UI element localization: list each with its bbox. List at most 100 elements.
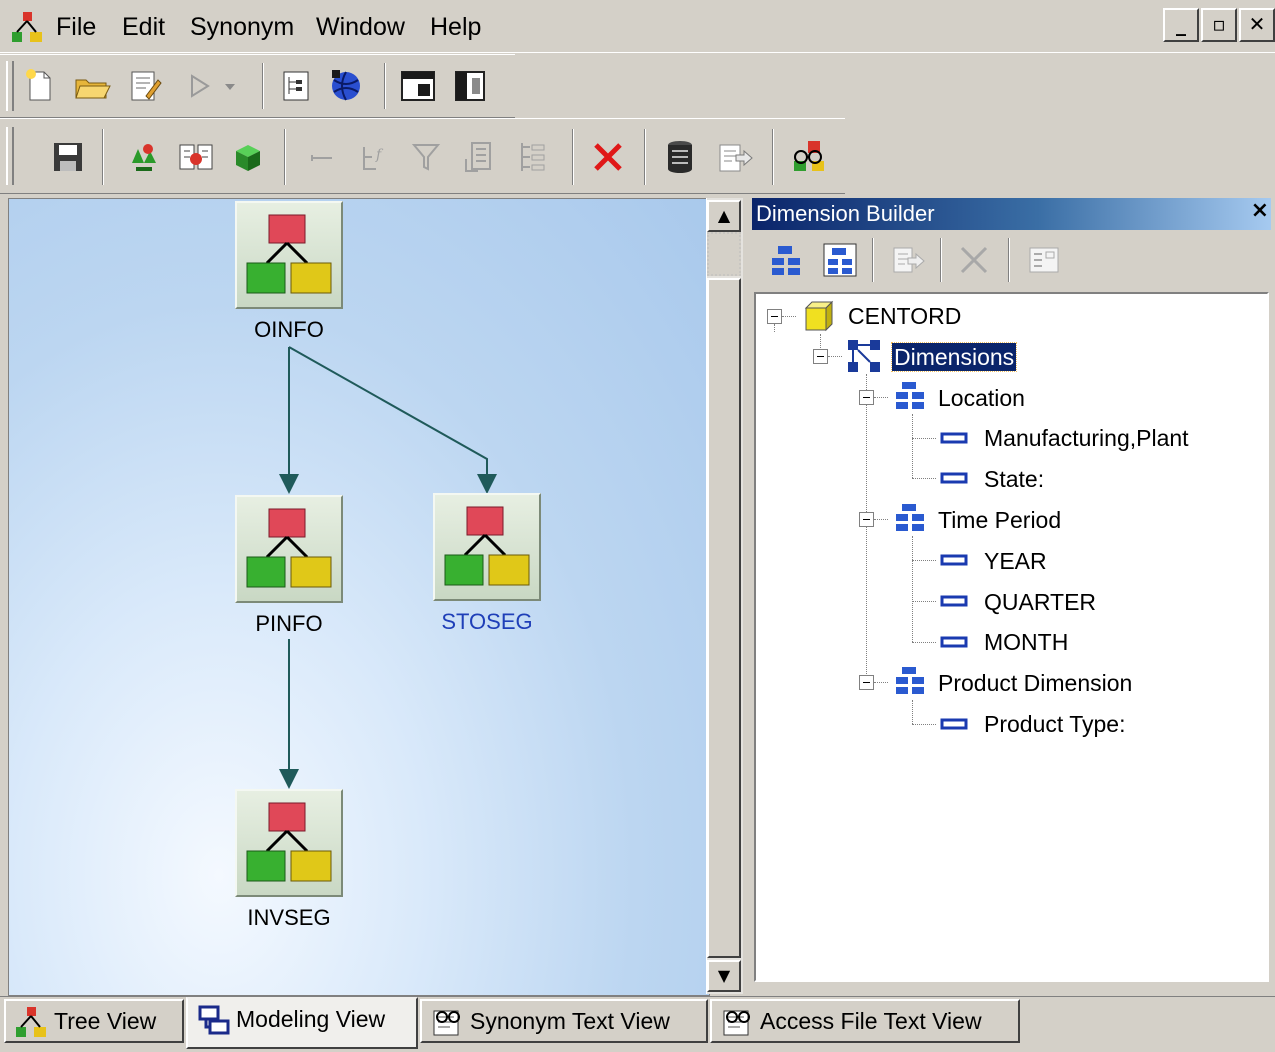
toolbar-grip[interactable] — [6, 61, 14, 111]
menu-edit[interactable]: Edit — [118, 12, 169, 42]
toolbar-grip-2[interactable] — [6, 127, 14, 185]
tree-node-level[interactable]: MONTH — [984, 628, 1068, 656]
node-label: INVSEG — [247, 905, 331, 930]
menu-help[interactable]: Help — [426, 12, 485, 42]
segment-icon[interactable] — [124, 137, 164, 177]
svg-text:f: f — [375, 147, 384, 163]
add-dimension-icon[interactable] — [766, 240, 806, 280]
modeling-toolbar: f — [0, 118, 845, 194]
hierarchy-icon — [896, 667, 924, 694]
tree-node-level[interactable]: YEAR — [984, 547, 1047, 575]
panel-properties-icon[interactable] — [1024, 240, 1064, 280]
node-label: PINFO — [255, 611, 323, 636]
segment-icon — [235, 495, 343, 603]
minimize-button[interactable]: _ — [1163, 8, 1199, 42]
dimensions-icon — [848, 340, 880, 372]
node-label: STOSEG — [441, 609, 533, 634]
tree-node-level[interactable]: Product Type: — [984, 710, 1126, 738]
menu-window[interactable]: Window — [312, 12, 409, 42]
tab-access-file-text-view[interactable]: Access File Text View — [710, 999, 1020, 1043]
hierarchy-icon — [896, 504, 924, 531]
add-hierarchy-icon[interactable] — [820, 240, 860, 280]
run-icon[interactable] — [180, 66, 220, 106]
open-icon[interactable] — [72, 66, 112, 106]
tree-node-dimensions[interactable]: Dimensions — [890, 342, 1018, 372]
cube-icon[interactable] — [228, 137, 268, 177]
collapse-centord[interactable] — [767, 309, 782, 324]
view-tabs: Tree View Modeling View Synonym Text Vie… — [0, 996, 1275, 1052]
edge-oinfo-stoseg — [288, 346, 497, 494]
panel-close-button[interactable]: × — [1251, 198, 1269, 223]
define-icon[interactable]: f — [354, 137, 394, 177]
compute-icon[interactable] — [458, 137, 498, 177]
level-icon — [940, 432, 968, 444]
tree-node-product-dimension[interactable]: Product Dimension — [938, 669, 1132, 697]
segment-node-invseg[interactable]: INVSEG — [235, 789, 343, 931]
segment-node-oinfo[interactable]: OINFO — [235, 201, 343, 343]
menu-file[interactable]: File — [52, 12, 100, 42]
tree-icon[interactable] — [276, 66, 316, 106]
new-icon[interactable] — [20, 66, 60, 106]
vertical-scrollbar[interactable]: ▲ ▼ — [706, 198, 743, 994]
tree-node-time-period[interactable]: Time Period — [938, 506, 1061, 534]
collapse-time-period[interactable] — [859, 512, 874, 527]
tree-node-centord[interactable]: CENTORD — [848, 302, 961, 330]
tab-synonym-text-view[interactable]: Synonym Text View — [420, 999, 708, 1043]
globe-icon[interactable] — [326, 66, 366, 106]
level-icon — [940, 718, 968, 730]
menu-bar: File Edit Synonym Window Help _ ▫ ✕ — [0, 0, 1275, 53]
tab-label: Modeling View — [236, 1006, 386, 1032]
tree-node-location[interactable]: Location — [938, 384, 1025, 412]
connectors — [279, 346, 497, 789]
field-icon[interactable] — [302, 137, 342, 177]
glasses-icon[interactable] — [788, 137, 828, 177]
window-icon[interactable] — [398, 66, 438, 106]
collapse-product-dimension[interactable] — [859, 675, 874, 690]
panel-delete-icon[interactable] — [954, 240, 994, 280]
tree-node-level[interactable]: Manufacturing,Plant — [984, 424, 1189, 452]
database-icon[interactable] — [660, 137, 700, 177]
tab-modeling-view[interactable]: Modeling View — [186, 997, 418, 1049]
tree-node-level[interactable]: State: — [984, 465, 1044, 493]
collapse-dimensions[interactable] — [813, 349, 828, 364]
delete-icon[interactable] — [588, 137, 628, 177]
index-icon[interactable] — [512, 137, 552, 177]
scroll-track[interactable] — [707, 232, 741, 276]
standard-toolbar — [0, 54, 515, 118]
menu-synonym[interactable]: Synonym — [186, 12, 298, 42]
export-icon[interactable] — [714, 137, 754, 177]
panel-title-bar: Dimension Builder — [752, 198, 1271, 230]
level-icon — [940, 595, 968, 607]
segment-node-pinfo[interactable]: PINFO — [235, 495, 343, 637]
segment-node-stoseg[interactable]: STOSEG — [433, 493, 541, 635]
dropdown-arrow-icon[interactable] — [220, 66, 240, 106]
tree-node-level[interactable]: QUARTER — [984, 588, 1096, 616]
hierarchy-icon — [896, 382, 924, 409]
tab-label: Tree View — [54, 1008, 157, 1034]
level-icon — [940, 472, 968, 484]
modeling-canvas[interactable]: OINFO PINFO STOSEG INVSEG — [8, 198, 710, 996]
level-icon — [940, 554, 968, 566]
segment-icon — [235, 201, 343, 309]
tab-label: Access File Text View — [760, 1008, 982, 1034]
scroll-thumb[interactable] — [707, 278, 741, 958]
edit-icon[interactable] — [124, 66, 164, 106]
synonym-text-icon — [433, 1010, 460, 1036]
modeling-view-icon — [198, 1005, 230, 1035]
collapse-location[interactable] — [859, 390, 874, 405]
segment-icon — [235, 789, 343, 897]
app-icon[interactable] — [10, 10, 44, 44]
dimension-tree[interactable]: CENTORD Dimensions Location Manufacturin… — [754, 292, 1269, 982]
join-icon[interactable] — [176, 137, 216, 177]
panel-title: Dimension Builder — [756, 201, 935, 226]
close-button[interactable]: ✕ — [1239, 8, 1275, 42]
save-icon[interactable] — [48, 137, 88, 177]
restore-button[interactable]: ▫ — [1201, 8, 1237, 42]
tab-label: Synonym Text View — [470, 1008, 670, 1034]
panel-export-icon[interactable] — [888, 240, 928, 280]
scroll-down-button[interactable]: ▼ — [707, 960, 741, 992]
filter-icon[interactable] — [406, 137, 446, 177]
tab-tree-view[interactable]: Tree View — [4, 999, 184, 1043]
split-icon[interactable] — [450, 66, 490, 106]
scroll-up-button[interactable]: ▲ — [707, 200, 741, 232]
